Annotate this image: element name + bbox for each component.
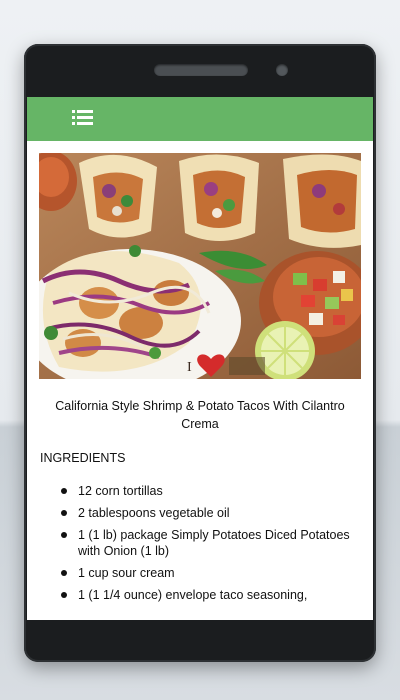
list-item: 1 cup sour cream (61, 565, 363, 581)
ingredient-text: 12 corn tortillas (78, 484, 163, 498)
bullet-icon (61, 488, 67, 494)
list-item: 12 corn tortillas (61, 483, 363, 499)
list-item: 2 tablespoons vegetable oil (61, 505, 363, 521)
ingredient-text: 1 cup sour cream (78, 566, 175, 580)
recipe-content: I California Style Shrimp & Potato Tacos… (27, 141, 373, 620)
phone-bottom-bezel (24, 620, 376, 662)
list-item: 1 (1 lb) package Simply Potatoes Diced P… (61, 527, 363, 559)
bullet-icon (61, 510, 67, 516)
phone-frame: I California Style Shrimp & Potato Tacos… (24, 44, 376, 662)
phone-screen: I California Style Shrimp & Potato Tacos… (27, 97, 373, 620)
recipe-title: California Style Shrimp & Potato Tacos W… (55, 399, 345, 431)
ingredient-text: 1 (1 lb) package Simply Potatoes Diced P… (78, 528, 350, 558)
tacos-photo: I (39, 153, 361, 379)
list-item: 1 (1 1/4 ounce) envelope taco seasoning, (61, 587, 363, 603)
phone-camera (276, 64, 288, 76)
svg-text:I: I (187, 360, 192, 375)
phone-speaker (154, 64, 248, 76)
ingredients-heading: INGREDIENTS (40, 451, 126, 465)
ingredients-list: 12 corn tortillas 2 tablespoons vegetabl… (27, 483, 373, 603)
app-bar (27, 97, 373, 141)
bullet-icon (61, 532, 67, 538)
bullet-icon (61, 592, 67, 598)
list-menu-icon[interactable] (72, 109, 94, 127)
ingredient-text: 1 (1 1/4 ounce) envelope taco seasoning, (78, 588, 308, 602)
bullet-icon (61, 570, 67, 576)
ingredient-text: 2 tablespoons vegetable oil (78, 506, 230, 520)
